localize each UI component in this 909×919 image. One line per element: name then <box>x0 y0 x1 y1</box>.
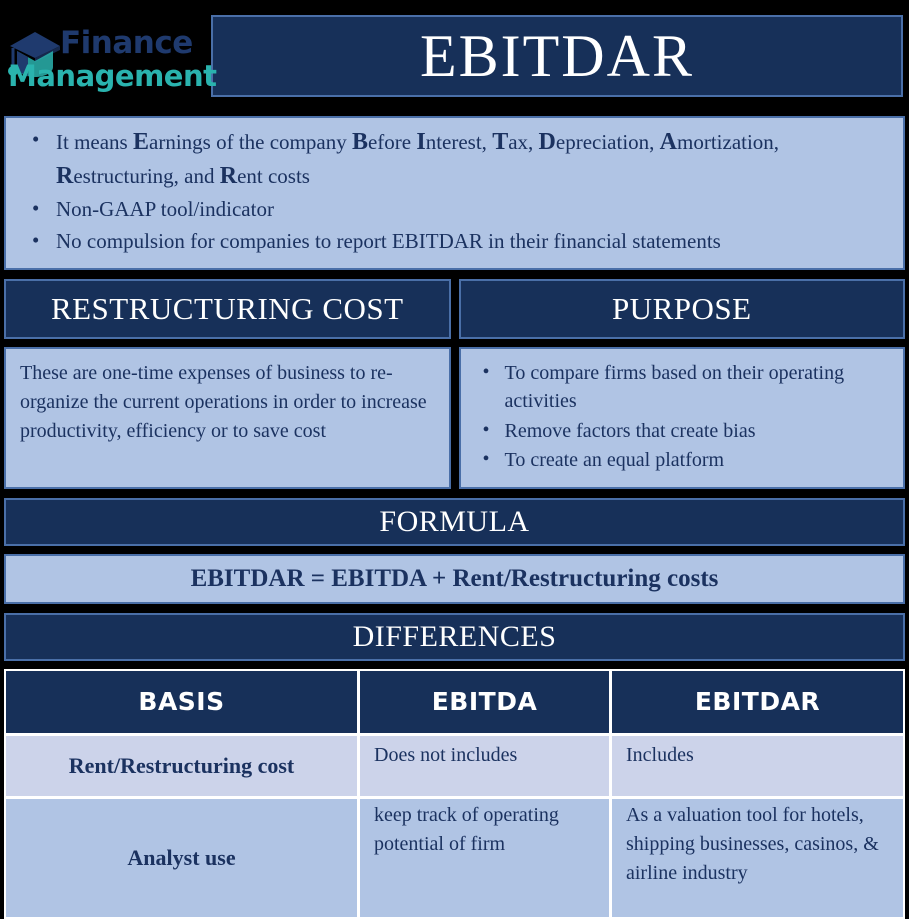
bullet-text-run: ax, <box>508 130 539 154</box>
intro-bullet-item: No compulsion for companies to report EB… <box>20 226 889 256</box>
column-body-restructuring: These are one-time expenses of business … <box>4 346 451 489</box>
formula-heading-text: FORMULA <box>379 504 530 538</box>
table-row: Rent/Restructuring cost Does not include… <box>6 735 903 796</box>
acronym-letter: I <box>416 129 426 155</box>
acronym-letter: E <box>132 129 149 155</box>
column-heading-purpose: PURPOSE <box>458 278 905 339</box>
restructuring-paragraph: These are one-time expenses of business … <box>20 361 427 442</box>
brand-logo: Finance Management <box>0 0 217 112</box>
logo-word-management: Management <box>8 59 217 93</box>
column-purpose: PURPOSE To compare firms based on their … <box>458 278 905 489</box>
table-header-ebitda: EBITDA <box>360 670 609 733</box>
purpose-bullet-item: To compare firms based on their operatin… <box>475 358 892 416</box>
page-title: EBITDAR <box>420 23 694 89</box>
formula-expression: EBITDAR = EBITDA + Rent/Restructuring co… <box>190 564 719 592</box>
column-heading-text: PURPOSE <box>611 290 752 326</box>
bullet-text-run: No compulsion for companies to report EB… <box>56 228 721 253</box>
intro-panel: It means Earnings of the company Before … <box>4 116 905 270</box>
formula-heading-bar: FORMULA <box>4 497 905 546</box>
table-cell-ebitda: Does not includes <box>360 735 609 796</box>
header: Finance Management EBITDAR <box>0 0 909 112</box>
page-title-banner: EBITDAR <box>211 15 903 97</box>
bullet-text-run: nterest, <box>425 130 493 154</box>
acronym-letter: A <box>659 129 677 155</box>
table-header-ebitdar: EBITDAR <box>612 670 903 733</box>
table-cell-basis: Rent/Restructuring cost <box>6 735 357 796</box>
differences-heading-text: DIFFERENCES <box>352 619 557 653</box>
purpose-bullet-item: To create an equal platform <box>475 445 892 474</box>
differences-table: BASIS EBITDA EBITDAR Rent/Restructuring … <box>4 668 905 919</box>
acronym-letter: T <box>492 129 509 155</box>
purpose-bullet-list: To compare firms based on their operatin… <box>475 358 892 475</box>
formula-expression-box: EBITDAR = EBITDA + Rent/Restructuring co… <box>4 553 905 604</box>
table-cell-ebitda: keep track of operating potential of fir… <box>360 798 609 917</box>
acronym-letter: R <box>56 162 74 189</box>
bullet-text-run: Non-GAAP tool/indicator <box>56 197 274 222</box>
column-heading-restructuring: RESTRUCTURING COST <box>4 278 451 339</box>
bullet-text-run: It means <box>56 130 133 154</box>
bullet-text-run: ent costs <box>237 163 310 188</box>
column-restructuring-cost: RESTRUCTURING COST These are one-time ex… <box>4 278 451 489</box>
purpose-bullet-item: Remove factors that create bias <box>475 416 892 445</box>
table-cell-ebitdar: Includes <box>612 735 903 796</box>
column-heading-text: RESTRUCTURING COST <box>50 290 404 326</box>
bullet-text-run: epreciation, <box>555 130 660 154</box>
infographic-poster: Finance Management EBITDAR It means Earn… <box>0 0 909 919</box>
differences-heading-bar: DIFFERENCES <box>4 612 905 661</box>
acronym-letter: D <box>538 129 556 155</box>
bullet-text-run: efore <box>367 130 417 154</box>
bullet-text-run: estructuring, and <box>73 163 220 188</box>
acronym-letter: B <box>351 129 368 155</box>
column-body-purpose: To compare firms based on their operatin… <box>458 346 905 489</box>
bullet-text-run: arnings of the company <box>149 130 352 154</box>
acronym-letter: R <box>219 162 238 189</box>
intro-bullet-item: It means Earnings of the company Before … <box>20 125 889 193</box>
table-header-basis: BASIS <box>6 670 357 733</box>
table-cell-ebitdar: As a valuation tool for hotels, shipping… <box>612 798 903 917</box>
intro-bullet-list: It means Earnings of the company Before … <box>20 125 889 256</box>
logo-word-finance: Finance <box>60 25 193 61</box>
table-header-row: BASIS EBITDA EBITDAR <box>6 670 903 733</box>
intro-bullet-item: Non-GAAP tool/indicator <box>20 194 889 224</box>
logo-wordmark: Finance Management <box>8 25 217 91</box>
table-cell-basis: Analyst use <box>6 798 357 917</box>
bullet-text-run: mortization, <box>677 130 780 154</box>
table-row: Analyst use keep track of operating pote… <box>6 798 903 917</box>
two-column-section: RESTRUCTURING COST These are one-time ex… <box>4 278 905 489</box>
